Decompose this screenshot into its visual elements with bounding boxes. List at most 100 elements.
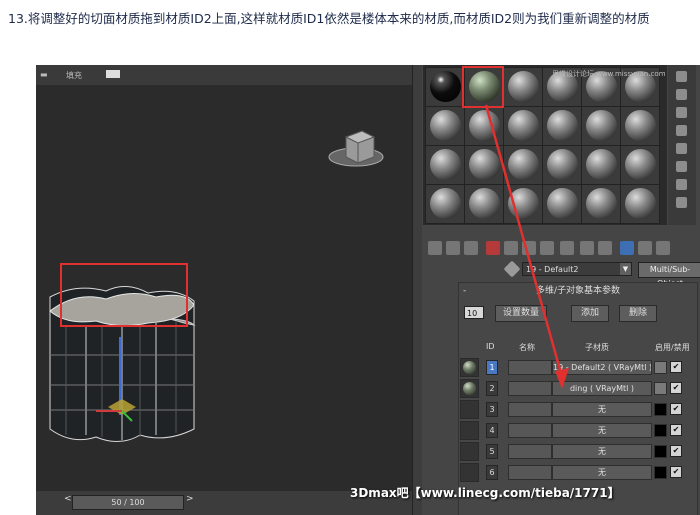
material-slot[interactable] [620, 184, 660, 224]
sample-sphere-icon [625, 149, 656, 180]
row-name-field[interactable] [508, 465, 552, 480]
material-slot[interactable] [464, 145, 504, 185]
row-id[interactable]: 6 [486, 465, 498, 480]
row-enable-checkbox[interactable]: ✔ [670, 361, 682, 373]
material-id-channel-icon[interactable] [560, 241, 574, 255]
material-slot[interactable] [425, 145, 465, 185]
material-editor: 思缘设计论坛 www.missyuan.com 19 - Default2 ▼ … [422, 65, 700, 515]
make-preview-icon[interactable] [676, 161, 687, 172]
row-name-field[interactable] [508, 360, 552, 375]
material-name-field[interactable]: 19 - Default2 ▼ [522, 262, 632, 276]
column-enable: 启用/禁用 [655, 343, 690, 352]
show-end-result-icon[interactable] [598, 241, 612, 255]
row-enable-checkbox[interactable]: ✔ [670, 382, 682, 394]
row-id[interactable]: 4 [486, 423, 498, 438]
time-slider[interactable]: 50 / 100 [72, 495, 184, 510]
row-name-field[interactable] [508, 402, 552, 417]
row-color-swatch[interactable] [654, 382, 667, 395]
row-name-field[interactable] [508, 381, 552, 396]
column-name[interactable]: 名称 [519, 342, 535, 353]
row-color-swatch[interactable] [654, 466, 667, 479]
row-id[interactable]: 5 [486, 444, 498, 459]
put-to-library-icon[interactable] [540, 241, 554, 255]
time-prev-button[interactable]: < [64, 494, 72, 504]
row-color-swatch[interactable] [654, 403, 667, 416]
row-enable-checkbox[interactable]: ✔ [670, 403, 682, 415]
material-slot[interactable] [425, 184, 465, 224]
set-number-button[interactable]: 设置数量 [495, 305, 547, 322]
viewport-toggle-icon[interactable] [106, 70, 120, 78]
material-slot[interactable] [425, 106, 465, 146]
backlight-icon[interactable] [676, 89, 687, 100]
pick-material-icon[interactable] [656, 241, 670, 255]
row-color-swatch[interactable] [654, 361, 667, 374]
row-id[interactable]: 2 [486, 381, 498, 396]
perspective-viewport[interactable] [36, 85, 412, 491]
row-submaterial-button[interactable]: 19 - Default2 ( VRayMtl ) [552, 360, 652, 375]
material-slot[interactable] [542, 106, 582, 146]
row-submaterial-button[interactable]: 无 [552, 465, 652, 480]
add-button[interactable]: 添加 [571, 305, 609, 322]
row-id[interactable]: 1 [486, 360, 498, 375]
material-slot[interactable] [503, 145, 543, 185]
row-name-field[interactable] [508, 444, 552, 459]
make-unique-icon[interactable] [522, 241, 536, 255]
material-slot[interactable] [464, 106, 504, 146]
eyedropper-icon[interactable] [503, 260, 521, 278]
put-to-scene-icon[interactable] [446, 241, 460, 255]
reset-map-icon[interactable] [486, 241, 500, 255]
row-color-swatch[interactable] [654, 424, 667, 437]
column-id[interactable]: ID [486, 342, 495, 351]
options-icon[interactable] [676, 179, 687, 190]
row-color-swatch[interactable] [654, 445, 667, 458]
rollout-header[interactable]: - 多维/子对象基本参数 [459, 283, 697, 299]
row-submaterial-button[interactable]: 无 [552, 423, 652, 438]
collapse-icon[interactable]: - [463, 283, 466, 299]
material-slot[interactable] [581, 145, 621, 185]
assign-to-selection-icon[interactable] [464, 241, 478, 255]
material-count-field[interactable]: 10 [464, 306, 484, 319]
copy-material-icon[interactable] [504, 241, 518, 255]
material-slot[interactable] [542, 184, 582, 224]
material-slot[interactable] [503, 106, 543, 146]
viewport-menu-icon[interactable]: ▬ [40, 70, 48, 79]
row-submaterial-button[interactable]: 无 [552, 444, 652, 459]
material-type-button[interactable]: Multi/Sub-Object [638, 262, 700, 288]
row-id[interactable]: 3 [486, 402, 498, 417]
viewport-label[interactable]: 填充 [66, 70, 82, 81]
row-enable-checkbox[interactable]: ✔ [670, 445, 682, 457]
select-by-material-icon[interactable] [676, 197, 687, 208]
sample-sphere-icon [625, 188, 656, 219]
show-map-icon[interactable] [580, 241, 594, 255]
row-enable-checkbox[interactable]: ✔ [670, 424, 682, 436]
go-forward-icon[interactable] [638, 241, 652, 255]
delete-button[interactable]: 删除 [619, 305, 657, 322]
material-slot[interactable] [464, 184, 504, 224]
submaterial-preview [460, 379, 479, 398]
material-slot[interactable] [581, 106, 621, 146]
uv-tiling-icon[interactable] [676, 125, 687, 136]
material-slot[interactable] [503, 67, 543, 107]
row-name-field[interactable] [508, 423, 552, 438]
time-next-button[interactable]: > [186, 494, 194, 504]
chevron-down-icon[interactable]: ▼ [620, 263, 631, 275]
go-to-parent-icon[interactable] [620, 241, 634, 255]
material-slot[interactable] [542, 145, 582, 185]
material-slot[interactable] [581, 184, 621, 224]
get-material-icon[interactable] [428, 241, 442, 255]
material-slot[interactable] [620, 145, 660, 185]
submaterial-row: 6 无 ✔ [459, 462, 697, 482]
material-slot[interactable] [503, 184, 543, 224]
site-watermark: 3Dmax吧【www.linecg.com/tieba/1771】 [350, 486, 620, 500]
video-check-icon[interactable] [676, 143, 687, 154]
sample-type-icon[interactable] [676, 71, 687, 82]
row-submaterial-button[interactable]: ding ( VRayMtl ) [552, 381, 652, 396]
background-icon[interactable] [676, 107, 687, 118]
material-slot[interactable] [425, 67, 465, 107]
material-slot[interactable] [620, 106, 660, 146]
row-submaterial-button[interactable]: 无 [552, 402, 652, 417]
column-submaterial[interactable]: 子材质 [585, 342, 609, 353]
row-enable-checkbox[interactable]: ✔ [670, 466, 682, 478]
sample-sphere-icon [508, 71, 539, 102]
sample-sphere-icon [508, 149, 539, 180]
